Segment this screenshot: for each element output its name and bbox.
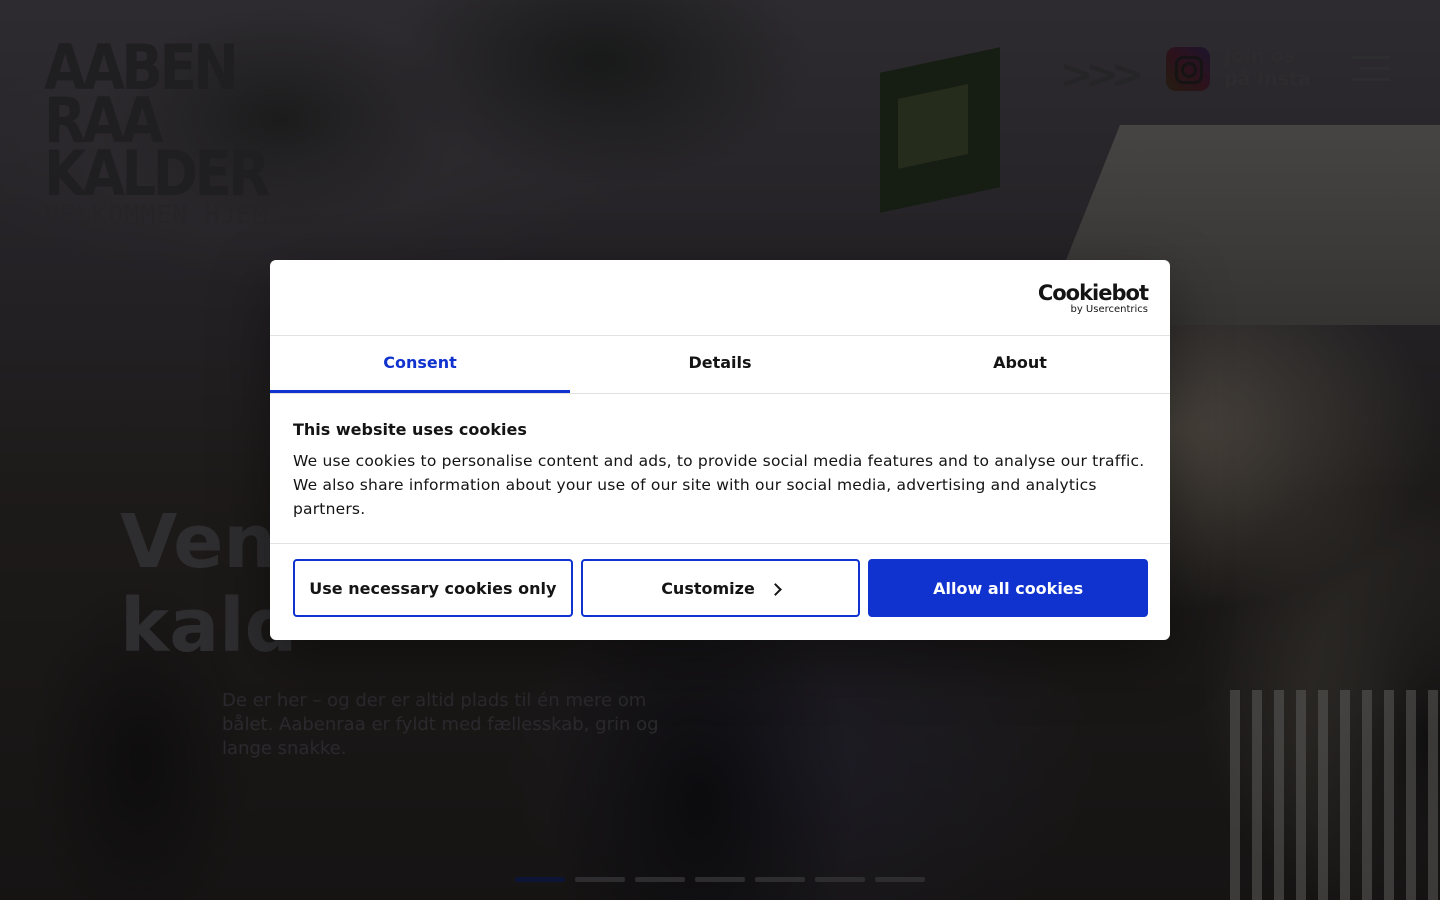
necessary-cookies-button[interactable]: Use necessary cookies only	[293, 559, 573, 617]
dialog-buttons: Use necessary cookies only Customize All…	[270, 544, 1170, 617]
chevron-right-icon	[768, 582, 782, 596]
necessary-cookies-label: Use necessary cookies only	[309, 578, 557, 598]
tab-details[interactable]: Details	[570, 336, 870, 393]
cookiebot-brand-sub: by Usercentrics	[1070, 304, 1148, 315]
customize-button[interactable]: Customize	[580, 559, 861, 617]
customize-label: Customize	[661, 578, 755, 598]
cookiebot-brand: Cookiebot	[1037, 281, 1149, 305]
dialog-heading: This website uses cookies	[293, 420, 527, 439]
dialog-description: We use cookies to personalise content an…	[293, 452, 1145, 518]
cookiebot-logo[interactable]: Cookiebot by Usercentrics	[1037, 281, 1149, 315]
dialog-header: Cookiebot by Usercentrics	[270, 260, 1170, 336]
allow-all-label: Allow all cookies	[933, 578, 1084, 598]
dialog-tabs: Consent Details About	[270, 336, 1170, 394]
allow-all-cookies-button[interactable]: Allow all cookies	[868, 559, 1149, 617]
tab-about[interactable]: About	[870, 336, 1170, 393]
tab-consent[interactable]: Consent	[270, 336, 570, 393]
dialog-body: This website uses cookies We use cookies…	[270, 394, 1170, 544]
cookie-consent-dialog: Cookiebot by Usercentrics Consent Detail…	[270, 260, 1170, 640]
